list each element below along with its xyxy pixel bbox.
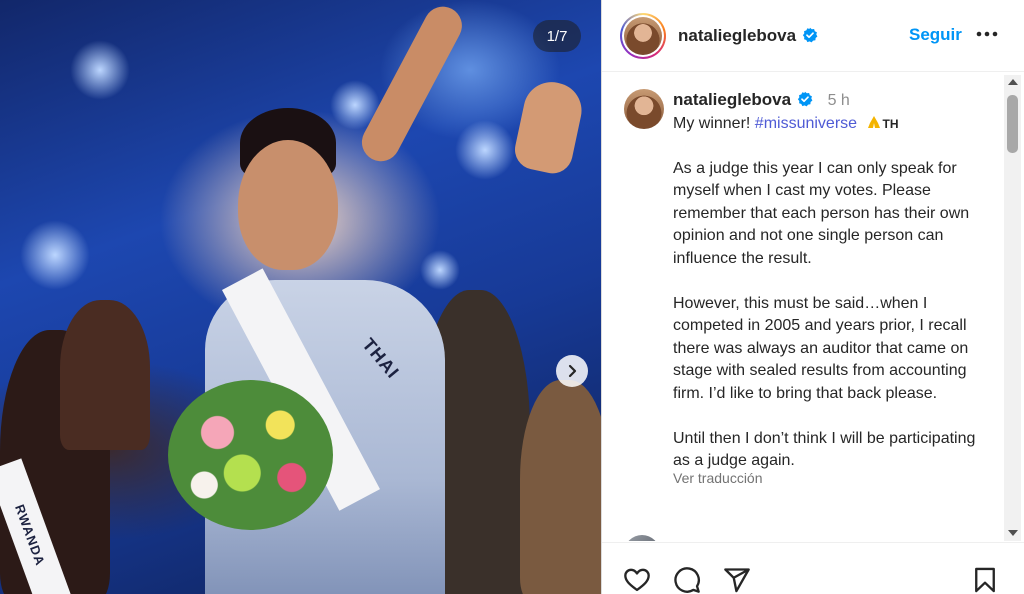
post-header: natalieglebova Seguir <box>602 0 1024 72</box>
waving-hand <box>511 76 587 178</box>
scroll-down-arrow-icon[interactable] <box>1008 530 1018 536</box>
post-detail-panel: natalieglebova Seguir natalieglebova 5 h… <box>601 0 1024 594</box>
post-actions-bar <box>602 542 1024 594</box>
face <box>238 140 338 270</box>
save-button[interactable] <box>970 565 1000 594</box>
stage-light <box>70 40 130 100</box>
comment-avatar[interactable] <box>624 535 660 541</box>
stage-light <box>420 250 460 290</box>
verified-badge-icon <box>803 27 818 42</box>
scrollbar-thumb[interactable] <box>1007 95 1018 153</box>
caption-username[interactable]: natalieglebova <box>673 90 791 109</box>
more-options-button[interactable] <box>975 22 999 46</box>
caption-line1: My winner! <box>673 114 755 132</box>
stage-light <box>20 220 90 290</box>
flag-emoji-th: TH <box>882 116 899 131</box>
more-horizontal-icon <box>976 31 998 37</box>
bookmark-icon <box>975 567 995 593</box>
chevron-right-icon <box>568 364 577 378</box>
caption-paragraph: However, this must be said…when I compet… <box>673 294 969 402</box>
avatar <box>624 16 662 55</box>
next-media-button[interactable] <box>556 355 588 387</box>
caption-timestamp[interactable]: 5 h <box>828 92 850 109</box>
share-button[interactable] <box>722 565 752 594</box>
scroll-up-arrow-icon[interactable] <box>1008 79 1018 85</box>
folded-hands-emoji-icon <box>867 115 880 128</box>
media-counter: 1/7 <box>533 20 581 52</box>
comment-icon <box>674 567 700 593</box>
background-contestant <box>520 380 601 594</box>
stage-light <box>455 120 515 180</box>
header-username[interactable]: natalieglebova <box>678 26 818 46</box>
caption-avatar[interactable] <box>624 89 664 129</box>
like-button[interactable] <box>622 565 652 594</box>
comment-button[interactable] <box>672 565 702 594</box>
comments-section: natalieglebova 5 h My winner! #missunive… <box>602 73 1024 541</box>
caption-paragraph: As a judge this year I can only speak fo… <box>673 159 970 267</box>
post-media-image[interactable]: THAI RWANDA 1/7 <box>0 0 601 594</box>
verified-badge-icon <box>798 91 813 107</box>
header-avatar-ring[interactable] <box>620 12 666 59</box>
flower-bouquet <box>168 380 333 530</box>
share-icon <box>724 568 750 593</box>
follow-button[interactable]: Seguir <box>909 25 962 45</box>
heart-icon <box>624 568 650 592</box>
raised-arm <box>355 0 469 168</box>
background-contestant <box>60 300 150 450</box>
comment-item: cjsevjosh 3 h <box>624 535 1004 541</box>
hashtag-link[interactable]: #missuniverse <box>755 115 857 132</box>
see-translation-link[interactable]: Ver traducción <box>673 467 993 490</box>
